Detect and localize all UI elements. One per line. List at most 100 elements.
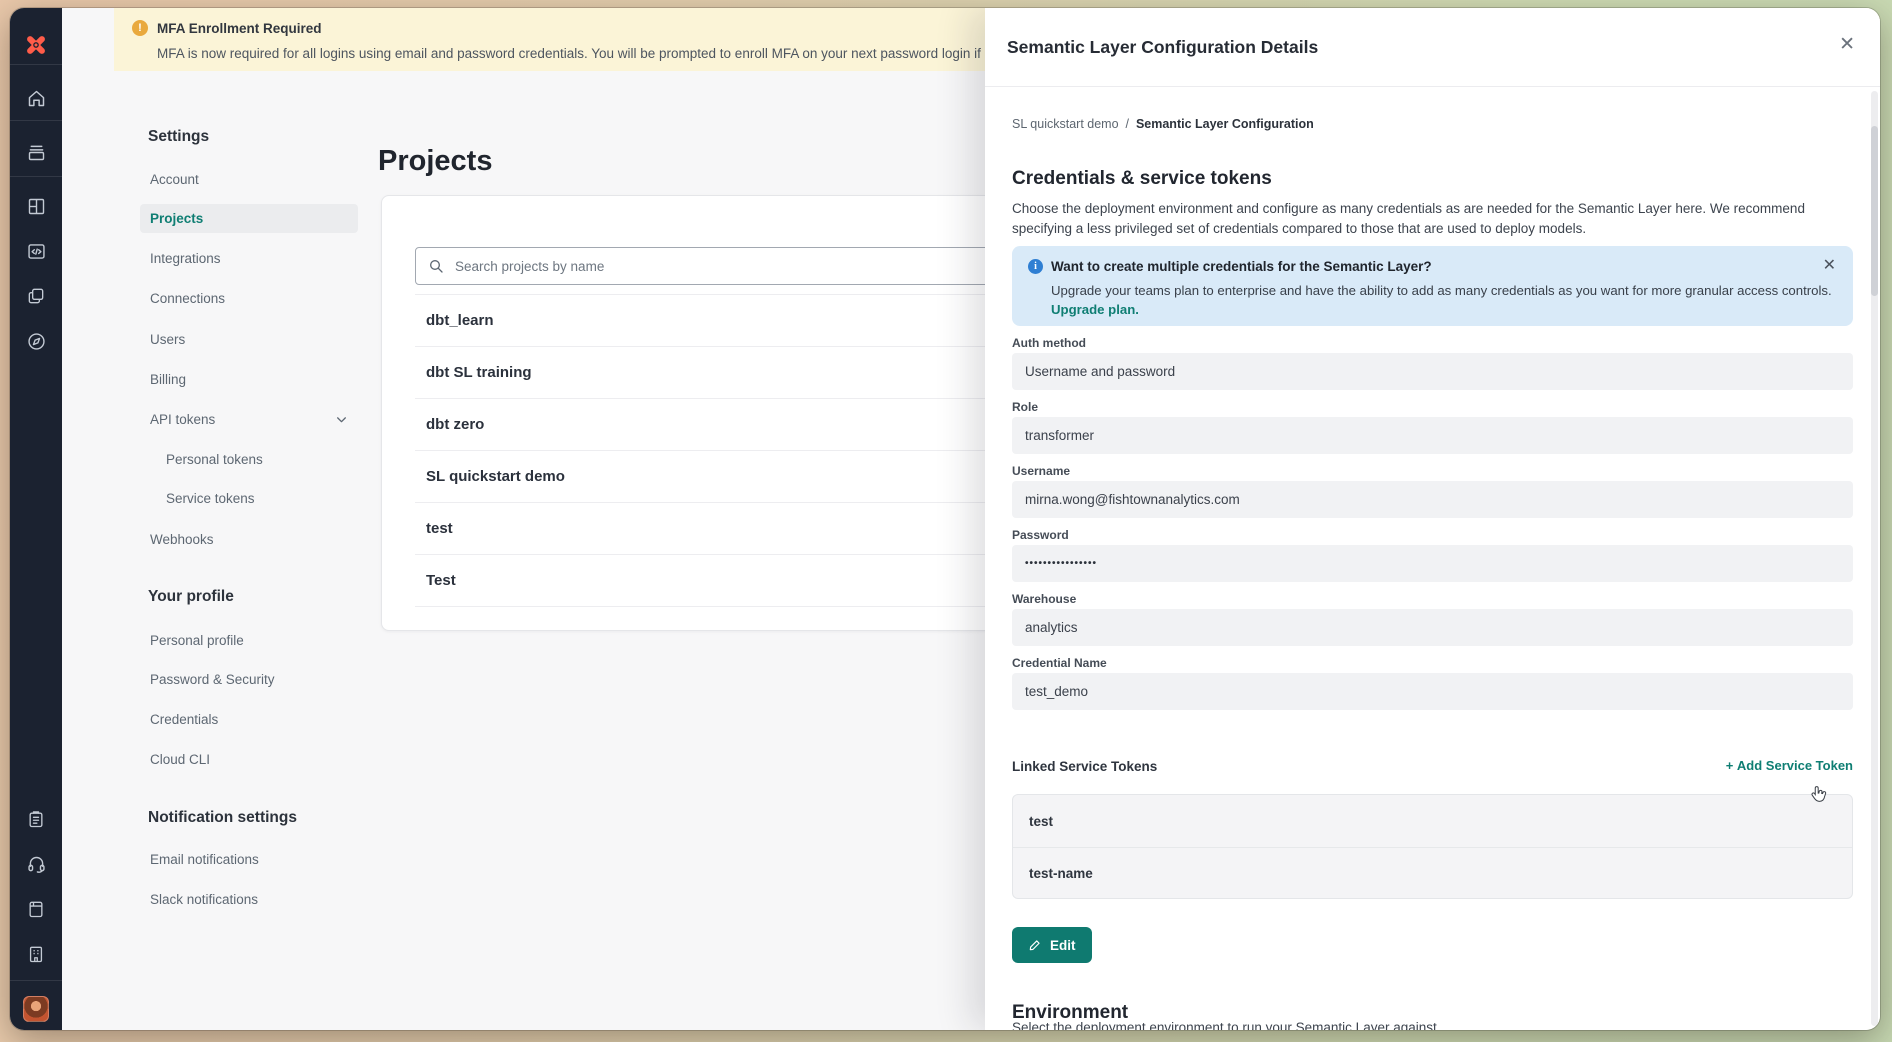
breadcrumb: SL quickstart demo / Semantic Layer Conf… (1012, 117, 1314, 131)
info-banner-title: Want to create multiple credentials for … (1051, 259, 1432, 274)
add-service-token-button[interactable]: + Add Service Token (1726, 758, 1853, 773)
project-row[interactable]: Test (415, 555, 1055, 607)
environment-description: Select the deployment environment to run… (1012, 1020, 1437, 1030)
profile-nav-title: Your profile (148, 588, 358, 606)
project-row[interactable]: dbt_learn (415, 295, 1055, 347)
semantic-layer-panel: Semantic Layer Configuration Details ✕ S… (985, 8, 1880, 1030)
sidebar-item-home[interactable] (10, 80, 62, 116)
dbt-logo[interactable] (10, 28, 62, 62)
breadcrumb-parent[interactable]: SL quickstart demo (1012, 117, 1119, 131)
nav-label: API tokens (150, 412, 215, 427)
sidebar-item-credentials[interactable]: Credentials (140, 705, 358, 734)
project-row[interactable]: test (415, 503, 1055, 555)
project-row[interactable]: dbt SL training (415, 347, 1055, 399)
sidebar-item-cloud-cli[interactable]: Cloud CLI (140, 745, 358, 774)
sidebar-item-api-tokens[interactable]: API tokens (140, 405, 358, 434)
warning-icon: ! (132, 20, 148, 36)
dbt-logo-icon (23, 32, 49, 58)
app-sidebar (10, 8, 62, 1030)
project-row[interactable]: dbt zero (415, 399, 1055, 451)
sidebar-item-projects-switcher[interactable] (10, 278, 62, 314)
token-name: test-name (1029, 866, 1093, 881)
sidebar-divider (10, 120, 62, 121)
info-banner-close-icon[interactable]: ✕ (1823, 258, 1836, 274)
sidebar-item-support[interactable] (10, 846, 62, 882)
sidebar-item-webhooks[interactable]: Webhooks (140, 525, 358, 554)
field-input-username[interactable]: mirna.wong@fishtownanalytics.com (1012, 481, 1853, 518)
pencil-icon (1028, 938, 1042, 952)
sidebar-divider (10, 176, 62, 177)
project-name: SL quickstart demo (426, 468, 565, 485)
sidebar-item-users[interactable]: Users (140, 325, 358, 354)
sidebar-item-dashboards[interactable] (10, 188, 62, 224)
sidebar-item-personal-tokens[interactable]: Personal tokens (140, 445, 358, 474)
sidebar-divider (10, 980, 62, 981)
page-title: Projects (378, 145, 492, 178)
field-input-credential-name[interactable]: test_demo (1012, 673, 1853, 710)
projects-card: dbt_learn dbt SL training dbt zero SL qu… (381, 195, 1063, 631)
sidebar-item-ide[interactable] (10, 233, 62, 269)
token-row[interactable]: test-name (1013, 847, 1852, 899)
field-input-password[interactable]: •••••••••••••••• (1012, 545, 1853, 582)
sidebar-item-email-notifications[interactable]: Email notifications (140, 845, 358, 874)
credentials-description: Choose the deployment environment and co… (1012, 199, 1853, 241)
field-label-username: Username (1012, 464, 1070, 478)
project-name: dbt zero (426, 416, 484, 433)
field-input-auth-method[interactable]: Username and password (1012, 353, 1853, 390)
panel-title: Semantic Layer Configuration Details (1007, 37, 1318, 58)
sidebar-item-password-security[interactable]: Password & Security (140, 665, 358, 694)
upgrade-plan-link[interactable]: Upgrade plan. (1051, 302, 1139, 317)
sidebar-item-integrations[interactable]: Integrations (140, 244, 358, 273)
nav-label: Credentials (150, 712, 218, 727)
sidebar-item-clipboard[interactable] (10, 801, 62, 837)
home-icon (26, 88, 47, 109)
panel-close-icon[interactable]: ✕ (1839, 35, 1855, 54)
sidebar-item-explore[interactable] (10, 323, 62, 359)
sidebar-item-slack-notifications[interactable]: Slack notifications (140, 885, 358, 914)
sidebar-item-projects[interactable]: Projects (140, 204, 358, 233)
notifications-nav-title: Notification settings (148, 809, 358, 827)
search-input[interactable] (453, 258, 1042, 275)
sidebar-item-account[interactable]: Account (140, 165, 358, 194)
nav-label: Webhooks (150, 532, 214, 547)
clipboard-icon (26, 809, 46, 829)
nav-label: Personal tokens (166, 452, 263, 467)
edit-button[interactable]: Edit (1012, 927, 1092, 963)
breadcrumb-separator (1129, 117, 1132, 131)
sidebar-item-changelog[interactable] (10, 936, 62, 972)
field-label-warehouse: Warehouse (1012, 592, 1076, 606)
panel-scrollbar[interactable] (1871, 91, 1878, 1026)
sidebar-item-personal-profile[interactable]: Personal profile (140, 626, 358, 655)
token-row[interactable]: test (1013, 795, 1852, 847)
token-name: test (1029, 814, 1053, 829)
upgrade-info-banner: i Want to create multiple credentials fo… (1012, 246, 1853, 326)
field-input-warehouse[interactable]: analytics (1012, 609, 1853, 646)
sidebar-item-connections[interactable]: Connections (140, 284, 358, 313)
add-service-token-label: Add Service Token (1737, 758, 1853, 773)
user-avatar (23, 996, 49, 1022)
projects-search[interactable] (415, 247, 1055, 285)
building-icon (26, 944, 46, 964)
linked-tokens-list: test test-name (1012, 794, 1853, 899)
sidebar-item-docs[interactable] (10, 891, 62, 927)
breadcrumb-current: Semantic Layer Configuration (1136, 117, 1314, 131)
nav-label: Users (150, 332, 185, 347)
field-input-role[interactable]: transformer (1012, 417, 1853, 454)
sidebar-item-billing[interactable]: Billing (140, 365, 358, 394)
nav-label: Service tokens (166, 491, 255, 506)
field-label-auth-method: Auth method (1012, 336, 1086, 350)
project-name: Test (426, 572, 456, 589)
projects-list: dbt_learn dbt SL training dbt zero SL qu… (415, 294, 1055, 607)
nav-label: Cloud CLI (150, 752, 210, 767)
nav-label: Slack notifications (150, 892, 258, 907)
project-name: dbt SL training (426, 364, 532, 381)
deploy-stack-icon (26, 142, 47, 163)
sidebar-item-service-tokens[interactable]: Service tokens (140, 484, 358, 513)
sidebar-item-deploy[interactable] (10, 134, 62, 170)
copy-squares-icon (26, 286, 46, 306)
user-menu[interactable] (10, 992, 62, 1026)
project-row[interactable]: SL quickstart demo (415, 451, 1055, 503)
project-name: test (426, 520, 453, 537)
nav-label: Integrations (150, 251, 221, 266)
nav-label: Account (150, 172, 199, 187)
